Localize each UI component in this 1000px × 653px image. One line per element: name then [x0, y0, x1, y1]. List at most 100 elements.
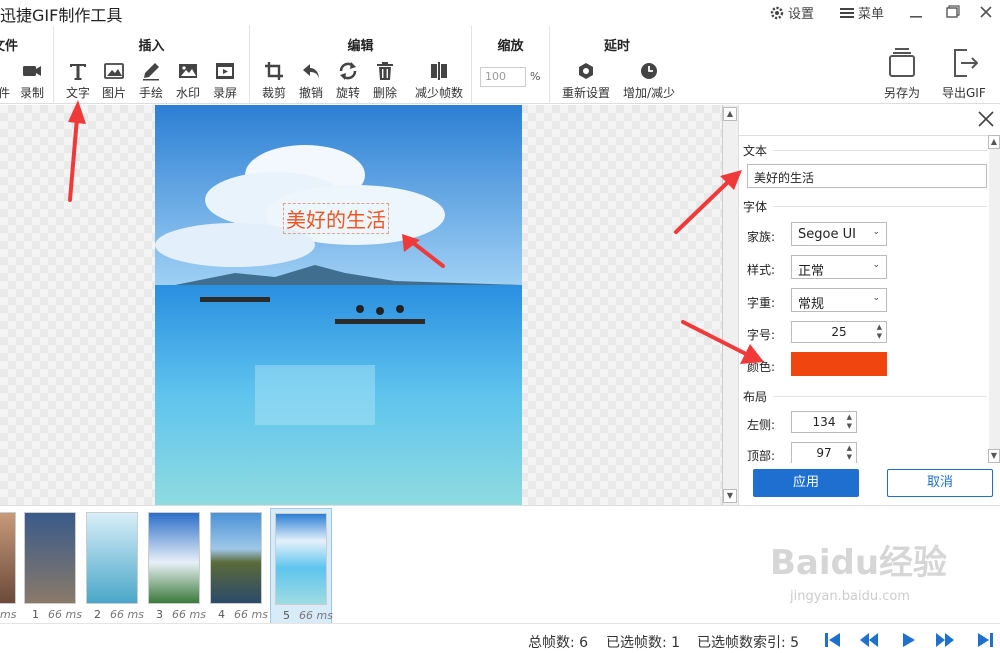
group-edit: 编辑 裁剪 撤销 旋转 删除 减少帧数 [250, 26, 472, 104]
family-label: 家族: [747, 230, 776, 244]
text-layer-overlay[interactable]: 美好的生活 [283, 203, 389, 234]
clock-icon [641, 63, 657, 79]
zoom-unit: % [530, 70, 541, 83]
text-content-input[interactable]: 美好的生活 [747, 164, 987, 188]
text-properties-panel: ▲ ▼ 文本 美好的生活 字体 家族: Segoe UI ⌄ 样式: 正常 ⌄ 字重… [722, 105, 1000, 505]
font-size-stepper[interactable]: 25 ▲ ▼ [791, 321, 887, 343]
gear-icon [770, 6, 784, 19]
frame-item[interactable]: 3 66 ms [144, 508, 206, 626]
frame-duration: 66 ms [48, 608, 82, 621]
tool-delete[interactable]: 删除 [365, 60, 405, 101]
frame-item[interactable]: 4 66 ms [206, 508, 268, 626]
stepper-arrows-icon[interactable]: ▲ ▼ [877, 323, 882, 341]
image-icon [104, 63, 124, 79]
app-title: 迅捷GIF制作工具 [0, 6, 123, 25]
last-frame-icon[interactable] [974, 630, 996, 650]
stepper-arrows-icon[interactable]: ▲ ▼ [847, 413, 852, 431]
frame-item[interactable]: 2 66 ms [82, 508, 144, 626]
group-title-zoom: 缩放 [497, 39, 524, 54]
tool-crop[interactable]: 裁剪 [254, 60, 294, 101]
tool-adjust-delay[interactable]: 增加/减少 [620, 60, 678, 101]
previous-frame-icon[interactable] [858, 630, 880, 650]
frame-duration: 66 ms [110, 608, 144, 621]
font-weight-value: 常规 [798, 297, 825, 312]
play-icon[interactable] [898, 630, 920, 650]
tool-rotate[interactable]: 旋转 [328, 60, 368, 101]
export-icon [953, 49, 979, 77]
frame-duration: 66 ms [299, 609, 333, 622]
tool-text[interactable]: 文字 [58, 60, 98, 101]
group-zoom: 缩放 [472, 26, 550, 104]
first-frame-icon[interactable] [822, 630, 844, 650]
frame-preview-image: 美好的生活 [155, 105, 522, 505]
tool-draw[interactable]: 手绘 [131, 60, 171, 101]
menu-button[interactable]: 菜单 [840, 3, 884, 22]
group-delay: 延时 重新设置 增加/减少 [550, 26, 684, 104]
style-label: 样式: [747, 263, 776, 277]
scroll-down-icon[interactable]: ▼ [723, 489, 737, 503]
group-title-delay: 延时 [603, 39, 630, 54]
scroll-down-icon[interactable]: ▼ [988, 449, 1000, 463]
maximize-icon[interactable] [942, 2, 962, 22]
tool-undo[interactable]: 撤销 [291, 60, 331, 101]
left-scrollbar[interactable]: ▲ ▼ [723, 105, 739, 505]
save-as-button[interactable]: 另存为 [884, 46, 920, 101]
top-label: 顶部: [747, 449, 776, 463]
font-color-swatch[interactable] [791, 352, 887, 376]
frame-thumbnail [210, 512, 262, 604]
stepper-arrows-icon[interactable]: ▲ ▼ [847, 444, 852, 462]
close-panel-icon[interactable] [976, 109, 996, 129]
tool-reduce-frames[interactable]: 减少帧数 [410, 60, 468, 101]
tool-reset-delay[interactable]: 重新设置 [558, 60, 614, 101]
divider [773, 396, 987, 397]
editor-canvas[interactable]: 美好的生活 [0, 105, 722, 505]
frame-thumbnail [24, 512, 76, 604]
frame-index: 2 [94, 608, 101, 621]
tool-image[interactable]: 图片 [94, 60, 134, 101]
group-insert: 插入 文字 图片 手绘 水印 录屏 [54, 26, 250, 104]
frame-thumbnail [275, 513, 327, 605]
divider [773, 206, 987, 207]
tool-watermark[interactable]: 水印 [168, 60, 208, 101]
font-weight-select[interactable]: 常规 ⌄ [791, 288, 887, 312]
font-family-select[interactable]: Segoe UI ⌄ [791, 222, 887, 246]
camera-icon [23, 66, 41, 76]
weight-label: 字重: [747, 296, 776, 310]
menu-label: 菜单 [858, 7, 885, 22]
frame-duration: 66 ms [172, 608, 206, 621]
frame-thumbnail [86, 512, 138, 604]
tool-screen-record[interactable]: 录屏 [205, 60, 245, 101]
scroll-up-icon[interactable]: ▲ [988, 135, 1000, 149]
apply-button[interactable]: 应用 [753, 469, 859, 497]
frame-item[interactable]: 1 66 ms [20, 508, 82, 626]
save-as-icon [889, 48, 915, 77]
frame-item-selected[interactable]: 5 66 ms [270, 508, 333, 626]
frame-index: 3 [156, 608, 163, 621]
reset-icon [579, 63, 593, 79]
settings-button[interactable]: 设置 [770, 3, 814, 22]
right-scrollbar[interactable]: ▲ ▼ [988, 135, 1000, 463]
crop-icon [265, 62, 283, 80]
section-font: 字体 [743, 200, 768, 214]
font-style-select[interactable]: 正常 ⌄ [791, 255, 887, 279]
cancel-button[interactable]: 取消 [887, 469, 993, 497]
frames-strip: ms 1 66 ms 2 66 ms 3 66 ms 4 66 ms 5 66 ms [0, 505, 1000, 626]
selected-frames: 已选帧数: 1 [606, 635, 681, 651]
frame-item[interactable]: ms [0, 508, 22, 626]
total-frames: 总帧数: 6 [528, 635, 589, 651]
zoom-input[interactable]: 100 [480, 67, 526, 87]
scroll-up-icon[interactable]: ▲ [723, 107, 737, 121]
reduce-frames-icon [431, 62, 447, 80]
next-frame-icon[interactable] [934, 630, 956, 650]
export-gif-button[interactable]: 导出GIF [942, 46, 986, 101]
top-position-stepper[interactable]: 97 ▲ ▼ [791, 442, 857, 463]
tool-record[interactable]: 录制 [12, 60, 52, 101]
text-t-icon [70, 64, 86, 80]
frame-duration: 66 ms [234, 608, 268, 621]
left-position-stepper[interactable]: 134 ▲ ▼ [791, 411, 857, 433]
top-position-value: 97 [816, 446, 832, 460]
minimize-icon[interactable] [906, 2, 926, 22]
title-bar: 迅捷GIF制作工具 设置 菜单 [0, 0, 1000, 26]
hamburger-icon [840, 7, 854, 18]
close-window-icon[interactable] [976, 2, 996, 22]
